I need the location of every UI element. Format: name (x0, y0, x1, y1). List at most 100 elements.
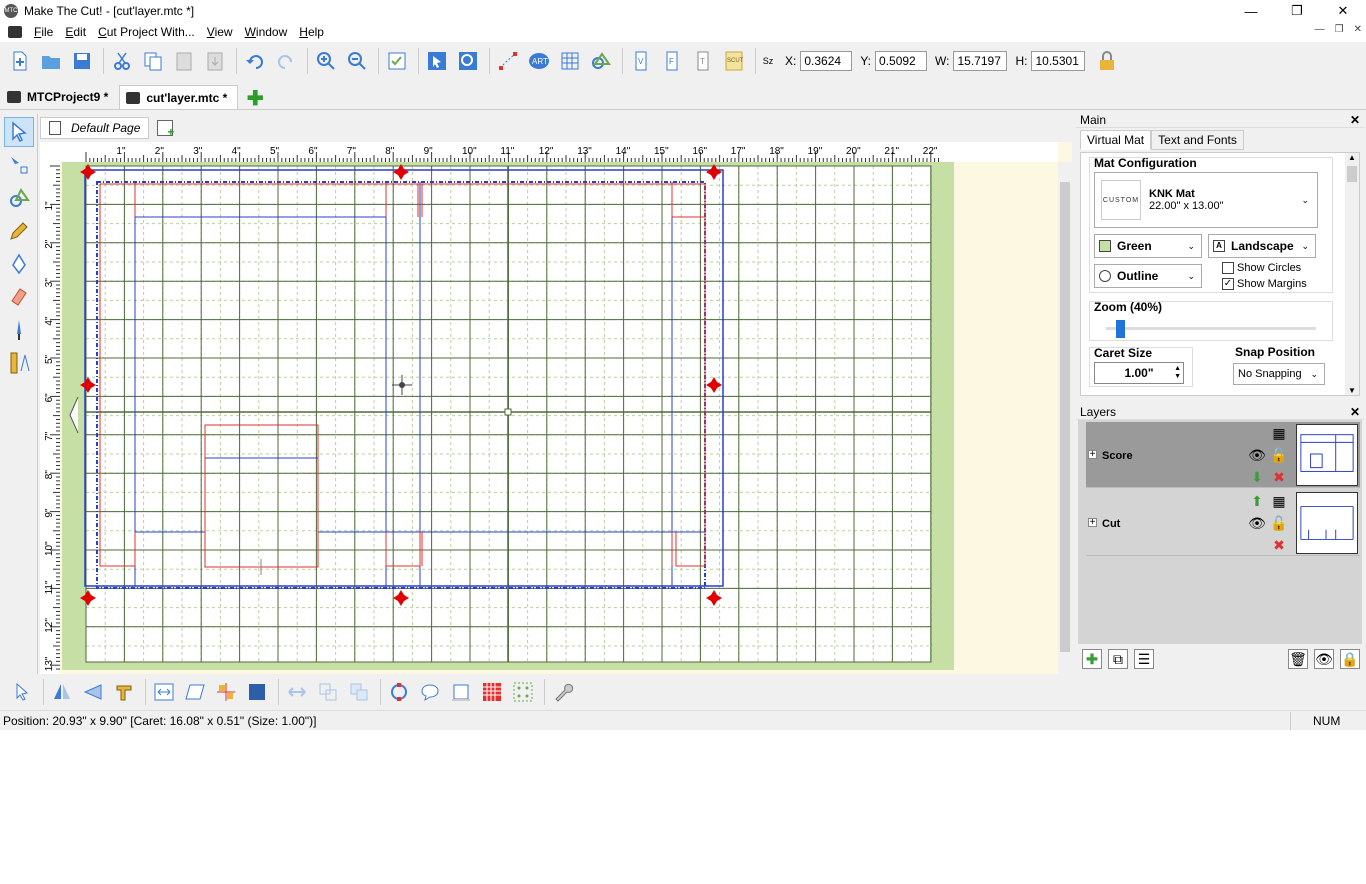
layer-score[interactable]: + Score ▦ 👁 🔓 ⬇ ✖ (1086, 422, 1360, 488)
x-field[interactable] (800, 51, 853, 71)
scut-button[interactable]: SCUT (720, 47, 748, 75)
menu-cut-project-with[interactable]: Cut Project With... (92, 25, 201, 39)
select-all-button[interactable] (423, 47, 451, 75)
scroll-down-icon[interactable]: ▼ (1345, 386, 1359, 395)
lock-icon[interactable]: 🔓 (1270, 514, 1288, 532)
expand-icon[interactable]: + (1088, 518, 1097, 528)
properties-button[interactable] (383, 47, 411, 75)
mat-svg[interactable]: 1" 2" 3" 4" 5" 6" 7" 8" 9" 10" 11" 12" 13" 14" 15" 16" 1… (40, 142, 1072, 674)
import-v-button[interactable]: V (627, 47, 655, 75)
size-toggle-button[interactable]: Sz (760, 47, 776, 75)
minimize-button[interactable]: — (1228, 0, 1274, 22)
node-tool[interactable] (4, 150, 34, 180)
add-layer-icon[interactable]: ✚ (1082, 649, 1102, 669)
trash-icon[interactable]: 🗑 (1288, 649, 1308, 669)
paste-button[interactable] (170, 47, 198, 75)
paste-in-place-button[interactable] (201, 47, 229, 75)
menu-window[interactable]: Window (239, 25, 294, 39)
doc-close-button[interactable]: ✕ (1354, 24, 1362, 35)
rotate-button[interactable] (385, 678, 413, 706)
eraser-tool[interactable] (4, 282, 34, 312)
group-button[interactable] (314, 678, 342, 706)
add-page-icon[interactable] (157, 120, 174, 139)
shape-tool[interactable] (4, 183, 34, 213)
spinner-icon[interactable]: ▲ ▼ (1174, 365, 1181, 381)
mat-color-dropdown[interactable]: Green ⌄ (1094, 234, 1202, 258)
center-button[interactable] (212, 678, 240, 706)
pencil-tool[interactable] (4, 216, 34, 246)
layer-cut[interactable]: + Cut ⬆ ▦ 👁 🔓 ✖ (1086, 490, 1360, 556)
fit-width-button[interactable] (150, 678, 178, 706)
snap-dropdown[interactable]: No Snapping ⌄ (1233, 363, 1325, 385)
close-icon[interactable]: ✕ (1350, 405, 1360, 419)
save-button[interactable] (68, 47, 96, 75)
import-t-button[interactable]: T (689, 47, 717, 75)
y-field[interactable] (875, 51, 928, 71)
flip-horizontal-button[interactable] (48, 678, 76, 706)
speech-shape-button[interactable] (416, 678, 444, 706)
tab-cut-layer[interactable]: cut'layer.mtc * (119, 85, 239, 109)
copy-button[interactable] (139, 47, 167, 75)
show-margins-checkbox[interactable]: ✓ Show Margins (1222, 278, 1307, 290)
arrow-up-icon[interactable]: ⬆ (1248, 492, 1266, 510)
close-button[interactable]: ✕ (1320, 0, 1366, 22)
lock-icon[interactable]: 🔓 (1270, 446, 1288, 464)
new-file-button[interactable] (6, 47, 34, 75)
pen-tool[interactable] (4, 249, 34, 279)
grid-icon[interactable]: ▦ (1270, 424, 1288, 442)
maximize-button[interactable]: ❐ (1274, 0, 1320, 22)
mat-style-dropdown[interactable]: Outline ⌄ (1094, 264, 1202, 288)
lock-all-icon[interactable]: 🔒 (1340, 649, 1360, 669)
node-edit-button[interactable] (494, 47, 522, 75)
grid-icon[interactable]: ▦ (1270, 492, 1288, 510)
expand-icon[interactable]: + (1088, 450, 1097, 460)
select-tool[interactable] (4, 117, 34, 147)
doc-minimize-button[interactable]: — (1315, 24, 1325, 35)
add-tab-icon[interactable]: ✚ (244, 87, 266, 110)
shadow-button[interactable] (243, 678, 271, 706)
measure-tool[interactable] (4, 348, 34, 378)
import-f-button[interactable]: F (658, 47, 686, 75)
mat-selector[interactable]: CUSTOM KNK Mat 22.00" x 13.00" ⌄ (1094, 172, 1318, 228)
zoom-out-button[interactable] (343, 47, 371, 75)
zoom-fit-button[interactable] (454, 47, 482, 75)
duplicate-layer-icon[interactable]: ⧉ (1108, 649, 1128, 669)
main-panel-scrollbar[interactable]: ▲ ▼ (1345, 153, 1359, 395)
undo-button[interactable] (241, 47, 269, 75)
virtual-mat-canvas[interactable]: 1" 2" 3" 4" 5" 6" 7" 8" 9" 10" 11" 12" 13" 14" 15" 16" 1… (40, 142, 1072, 674)
scroll-up-icon[interactable]: ▲ (1345, 153, 1359, 162)
pointer-tool-button[interactable] (8, 678, 36, 706)
redo-button[interactable] (272, 47, 300, 75)
dot-grid-button[interactable] (509, 678, 537, 706)
ungroup-button[interactable] (345, 678, 373, 706)
tab-virtual-mat[interactable]: Virtual Mat (1080, 130, 1152, 150)
show-circles-checkbox[interactable]: Show Circles (1222, 262, 1301, 274)
grid-button[interactable] (556, 47, 584, 75)
page-tab-default[interactable]: Default Page (40, 117, 150, 139)
close-icon[interactable]: ✕ (1350, 113, 1360, 127)
weld-button[interactable] (110, 678, 138, 706)
knife-tool[interactable] (4, 315, 34, 345)
layer-options-icon[interactable]: ☰ (1134, 649, 1154, 669)
lock-ratio-button[interactable] (1093, 47, 1121, 75)
settings-button[interactable] (549, 678, 577, 706)
arrow-down-icon[interactable]: ⬇ (1248, 468, 1266, 486)
align-button[interactable] (283, 678, 311, 706)
zoom-in-button[interactable] (312, 47, 340, 75)
width-field[interactable] (953, 51, 1008, 71)
zoom-slider[interactable] (1106, 318, 1316, 338)
delete-icon[interactable]: ✖ (1270, 536, 1288, 554)
art-button[interactable]: ART (525, 47, 553, 75)
menu-view[interactable]: View (201, 25, 239, 39)
menu-file[interactable]: File (28, 25, 59, 39)
open-button[interactable] (37, 47, 65, 75)
orientation-dropdown[interactable]: A Landscape ⌄ (1208, 234, 1316, 258)
menu-edit[interactable]: Edit (59, 25, 92, 39)
flip-vertical-button[interactable] (79, 678, 107, 706)
show-all-eye-icon[interactable]: 👁 (1314, 649, 1334, 669)
caret-size-field[interactable]: 1.00" ▲ ▼ (1094, 362, 1184, 384)
tab-mtcproject9[interactable]: MTCProject9 * (0, 85, 119, 109)
delete-icon[interactable]: ✖ (1270, 468, 1288, 486)
eye-icon[interactable]: 👁 (1248, 514, 1266, 532)
shapes-button[interactable] (587, 47, 615, 75)
